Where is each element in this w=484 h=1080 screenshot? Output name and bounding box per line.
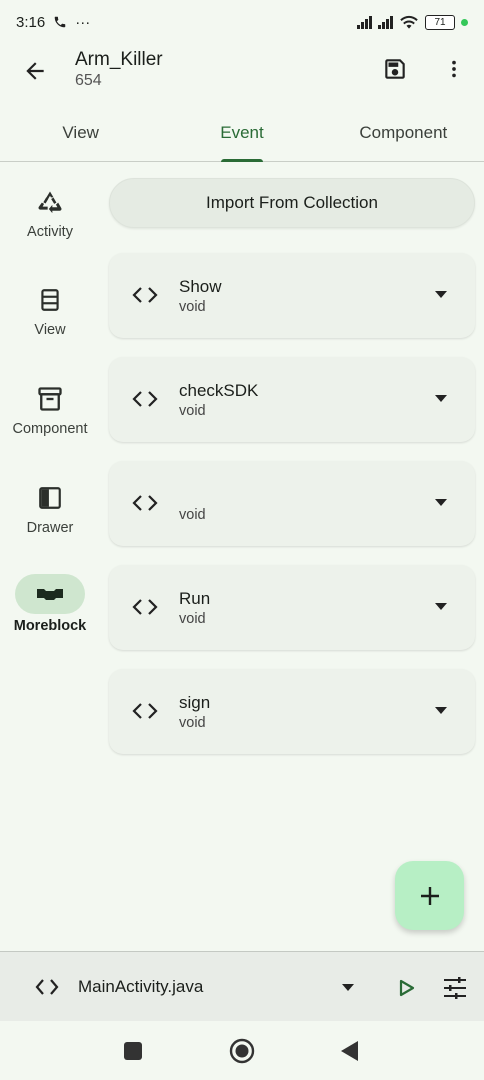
moreblock-card[interactable]: void	[109, 461, 475, 546]
sidebar-item-moreblock[interactable]: Moreblock	[0, 574, 100, 634]
signal-icon	[357, 15, 372, 29]
sidebar-item-activity[interactable]: Activity	[0, 184, 100, 240]
status-dot	[461, 18, 468, 26]
code-icon	[132, 287, 158, 303]
status-overflow-dots: ···	[75, 13, 91, 31]
dropdown-arrow-icon[interactable]	[434, 705, 448, 715]
sidebar-item-label: Drawer	[26, 520, 74, 536]
code-icon	[132, 391, 158, 407]
moreblock-name: Show	[179, 277, 222, 296]
code-icon	[35, 979, 59, 995]
status-bar: 3:16 ··· 71	[0, 0, 484, 44]
add-moreblock-fab[interactable]	[395, 861, 464, 930]
code-icon	[132, 495, 158, 511]
system-nav-bar	[0, 1021, 484, 1080]
archive-box-icon	[22, 381, 78, 417]
moreblock-name: sign	[179, 693, 211, 712]
status-time: 3:16	[16, 13, 46, 31]
moreblock-type: void	[179, 715, 206, 731]
home-icon[interactable]	[229, 1038, 255, 1064]
drawer-panel-icon	[22, 480, 78, 516]
moreblock-type: void	[179, 611, 206, 627]
code-icon	[132, 599, 158, 615]
sidebar-item-label: Moreblock	[13, 618, 87, 634]
back-triangle-icon[interactable]	[337, 1038, 363, 1064]
file-selector[interactable]: MainActivity.java	[78, 977, 203, 997]
moreblock-card[interactable]: Run void	[109, 565, 475, 650]
sidebar-item-label: Component	[12, 421, 88, 437]
tune-settings-icon[interactable]	[441, 974, 469, 1002]
tab-bar: View Event Component	[0, 104, 484, 162]
moreblock-card[interactable]: checkSDK void	[109, 357, 475, 442]
sidebar-item-drawer[interactable]: Drawer	[0, 480, 100, 536]
block-icon	[15, 574, 85, 614]
more-vert-icon[interactable]	[443, 56, 465, 82]
import-from-collection-button[interactable]: Import From Collection	[109, 178, 475, 228]
page-subtitle: 654	[75, 72, 102, 89]
page-title: Arm_Killer	[75, 49, 163, 70]
code-icon	[132, 703, 158, 719]
sidebar-item-component[interactable]: Component	[0, 381, 100, 437]
tab-component[interactable]: Component	[323, 104, 484, 161]
wifi-icon	[400, 15, 418, 29]
moreblock-type: void	[179, 403, 206, 419]
dropdown-arrow-icon[interactable]	[434, 393, 448, 403]
save-icon[interactable]	[382, 56, 408, 82]
moreblock-card[interactable]: Show void	[109, 253, 475, 338]
sidebar-item-label: View	[34, 322, 66, 338]
dropdown-arrow-icon[interactable]	[434, 289, 448, 299]
run-icon[interactable]	[395, 977, 417, 999]
sidebar-item-label: Activity	[27, 224, 73, 240]
sidebar-item-view[interactable]: View	[0, 282, 100, 338]
moreblock-type: void	[179, 299, 206, 315]
dropdown-arrow-icon[interactable]	[341, 982, 355, 992]
moreblock-name: Run	[179, 589, 211, 608]
dropdown-arrow-icon[interactable]	[434, 601, 448, 611]
recents-icon[interactable]	[120, 1038, 146, 1064]
dropdown-arrow-icon[interactable]	[434, 497, 448, 507]
view-list-icon	[22, 282, 78, 318]
file-bar: MainActivity.java	[0, 951, 484, 1021]
plus-icon	[420, 886, 439, 905]
battery-icon: 71	[425, 14, 455, 30]
tab-view[interactable]: View	[0, 104, 161, 161]
moreblock-card[interactable]: sign void	[109, 669, 475, 754]
app-bar: Arm_Killer 654	[0, 44, 484, 96]
recycle-icon	[22, 184, 78, 220]
signal-icon-2	[378, 15, 393, 29]
moreblock-type: void	[179, 507, 206, 523]
tab-event[interactable]: Event	[161, 104, 322, 162]
phone-icon	[54, 16, 66, 28]
moreblock-name: checkSDK	[179, 381, 259, 400]
back-arrow-icon[interactable]	[22, 58, 48, 84]
